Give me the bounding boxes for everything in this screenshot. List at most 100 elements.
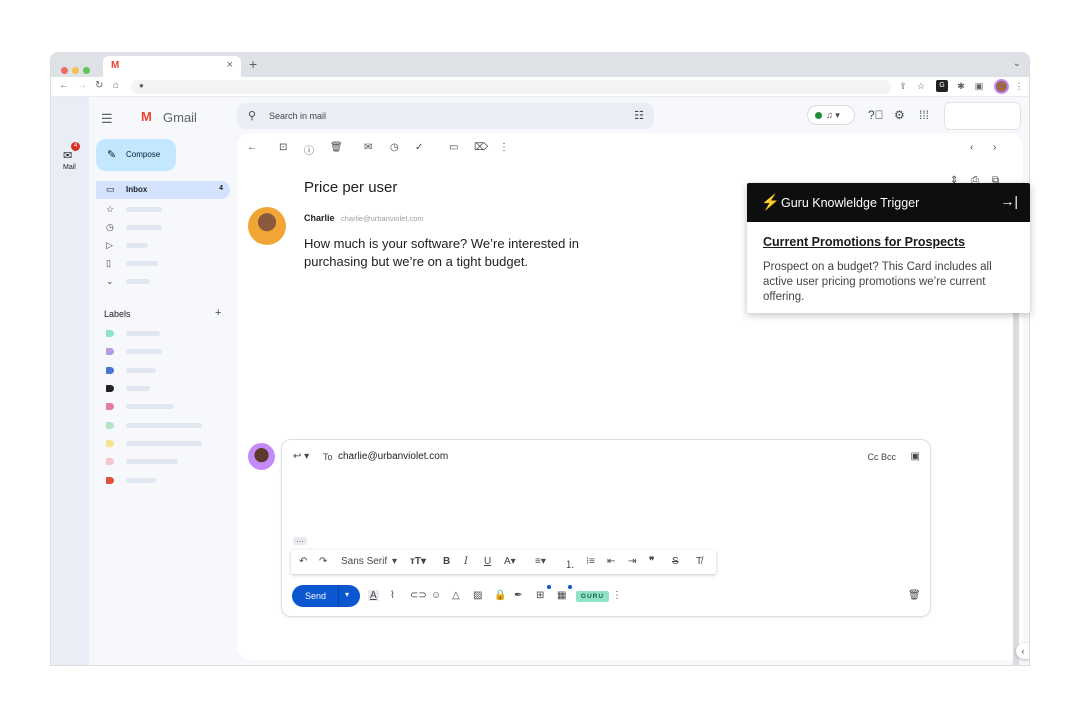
home-icon[interactable]: ⌂ bbox=[113, 80, 119, 91]
tab-bar: M × + ⌄ bbox=[51, 53, 1029, 77]
share-icon[interactable]: ⇪ bbox=[897, 80, 909, 92]
emoji-icon[interactable]: ☺ bbox=[431, 590, 441, 601]
send-button[interactable]: Send ▾ bbox=[292, 585, 360, 607]
sender-name: Charlie bbox=[304, 213, 335, 223]
compose-button[interactable]: ✎ Compose bbox=[96, 139, 176, 171]
help-icon[interactable]: ?⃝ bbox=[868, 108, 884, 122]
collapse-panel-icon[interactable]: →| bbox=[1000, 193, 1018, 209]
delete-icon[interactable]: 🗑 bbox=[330, 142, 343, 153]
add-task-icon[interactable]: ✓ bbox=[415, 142, 423, 153]
recipient-address[interactable]: charlie@urbanviolet.com bbox=[338, 451, 448, 462]
insert-link-icon[interactable]: ⊂⊃ bbox=[410, 590, 427, 601]
bookmark-star-icon[interactable]: ☆ bbox=[915, 80, 927, 92]
search-bar[interactable]: ⚲ Search in mail ☷ bbox=[237, 103, 654, 129]
new-tab-button[interactable]: + bbox=[249, 56, 257, 72]
remove-formatting-icon[interactable]: T̸ bbox=[696, 556, 702, 567]
font-dropdown-icon[interactable]: ▾ bbox=[392, 556, 397, 567]
insert-photo-icon[interactable]: ▨ bbox=[473, 590, 482, 601]
profile-avatar[interactable] bbox=[994, 79, 1009, 94]
drive-icon[interactable]: △ bbox=[452, 590, 460, 601]
more-actions-icon[interactable]: ⋮ bbox=[499, 142, 509, 153]
attach-file-icon[interactable]: ⌇ bbox=[390, 590, 395, 601]
labels-heading: Labels bbox=[104, 309, 131, 319]
bulleted-list-icon[interactable]: ⁝≡ bbox=[586, 556, 595, 567]
side-panel-toggle-icon[interactable]: ‹ bbox=[1016, 643, 1029, 659]
report-spam-icon[interactable]: ⓘ bbox=[304, 142, 314, 157]
apps-grid-icon[interactable]: ⁞⁞⁞ bbox=[919, 108, 929, 122]
confidential-mode-icon[interactable]: 🔒 bbox=[494, 590, 506, 601]
minimize-window-icon[interactable] bbox=[72, 67, 79, 74]
reload-icon[interactable]: ↻ bbox=[95, 80, 103, 91]
text-color-icon[interactable]: A▾ bbox=[504, 556, 516, 567]
back-to-inbox-icon[interactable]: ← bbox=[247, 142, 257, 153]
back-arrow-icon[interactable]: ← bbox=[59, 80, 69, 91]
bold-icon[interactable]: B bbox=[443, 556, 450, 567]
show-trimmed-icon[interactable]: … bbox=[293, 536, 307, 545]
forward-arrow-icon[interactable]: → bbox=[77, 80, 87, 91]
redo-icon[interactable]: ↷ bbox=[319, 556, 327, 567]
quote-icon[interactable]: ❞ bbox=[649, 556, 654, 567]
move-to-icon[interactable]: ▭ bbox=[449, 142, 458, 153]
maximize-window-icon[interactable] bbox=[83, 67, 90, 74]
account-box[interactable] bbox=[944, 102, 1021, 130]
guru-card-title[interactable]: Current Promotions for Prospects bbox=[763, 235, 965, 249]
notification-dot bbox=[547, 585, 551, 589]
label-tag-icon bbox=[106, 422, 114, 429]
lightning-bolt-icon: ⚡ bbox=[761, 194, 780, 211]
align-icon[interactable]: ≡▾ bbox=[535, 556, 546, 567]
more-options-icon[interactable]: ⋮ bbox=[612, 590, 622, 601]
snooze-icon[interactable]: ◷ bbox=[390, 142, 399, 153]
indent-less-icon[interactable]: ⇤ bbox=[607, 556, 615, 567]
underline-icon[interactable]: U bbox=[484, 556, 491, 567]
numbered-list-icon[interactable]: ⒈ bbox=[565, 556, 575, 571]
browser-tab-gmail[interactable]: M × bbox=[103, 56, 241, 77]
reply-box[interactable]: ↩ ▾ To charlie@urbanviolet.com Cc Bcc ▣ … bbox=[281, 439, 931, 617]
add-label-icon[interactable]: + bbox=[215, 307, 221, 319]
sender-avatar[interactable] bbox=[248, 207, 286, 245]
gmail-logo-icon[interactable]: M bbox=[141, 109, 152, 124]
text-size-icon[interactable]: тT▾ bbox=[410, 556, 426, 567]
close-window-icon[interactable] bbox=[61, 67, 68, 74]
calendar-icon[interactable]: ▦ bbox=[557, 590, 566, 601]
gmail-favicon-icon: M bbox=[111, 60, 120, 71]
newer-chevron-icon[interactable]: ‹ bbox=[970, 142, 973, 153]
template-icon[interactable]: ⊞ bbox=[536, 590, 544, 601]
search-icon[interactable]: ⚲ bbox=[248, 109, 256, 122]
label-icon[interactable]: ⌦ bbox=[474, 142, 488, 153]
cc-bcc-link[interactable]: Cc Bcc bbox=[867, 452, 896, 462]
archive-icon[interactable]: ⊡ bbox=[279, 142, 287, 153]
settings-gear-icon[interactable]: ⚙ bbox=[894, 108, 905, 122]
guru-card-body: Prospect on a budget? This Card includes… bbox=[763, 261, 992, 303]
address-bar[interactable]: ● bbox=[131, 80, 891, 94]
browser-window: M × + ⌄ ← → ↻ ⌂ ● ⇪ ☆ G ✱ ▣ ⋮ ✉ 4 Mail ☰… bbox=[50, 52, 1030, 666]
pop-out-icon[interactable]: ▣ bbox=[911, 451, 920, 462]
tab-search-chevron-icon[interactable]: ⌄ bbox=[1013, 58, 1021, 69]
side-panel-icon[interactable]: ▣ bbox=[973, 80, 985, 92]
schedule-send-dropdown-icon[interactable]: ▾ bbox=[345, 590, 349, 599]
italic-icon[interactable]: I bbox=[464, 556, 468, 567]
main-menu-icon[interactable]: ☰ bbox=[101, 111, 113, 127]
mark-unread-icon[interactable]: ✉ bbox=[364, 142, 372, 153]
gmail-wordmark[interactable]: Gmail bbox=[163, 110, 197, 125]
placeholder-bar bbox=[126, 225, 162, 230]
formatting-options-icon[interactable]: A bbox=[368, 590, 379, 601]
sidebar-item-inbox[interactable]: ▭ Inbox 4 bbox=[96, 181, 230, 199]
indent-more-icon[interactable]: ⇥ bbox=[628, 556, 636, 567]
close-tab-icon[interactable]: × bbox=[227, 59, 233, 71]
signature-pen-icon[interactable]: ✒ bbox=[514, 590, 522, 601]
mail-icon[interactable]: ✉ bbox=[63, 149, 72, 162]
status-indicator[interactable]: ♫ ▾ bbox=[807, 105, 855, 125]
font-select[interactable]: Sans Serif bbox=[341, 556, 387, 567]
browser-menu-icon[interactable]: ⋮ bbox=[1013, 80, 1025, 92]
older-chevron-icon[interactable]: › bbox=[993, 142, 996, 153]
guru-button[interactable]: GURU bbox=[576, 591, 609, 602]
pencil-icon: ✎ bbox=[107, 149, 117, 161]
search-placeholder[interactable]: Search in mail bbox=[269, 111, 326, 121]
undo-icon[interactable]: ↶ bbox=[299, 556, 307, 567]
reply-type-icon[interactable]: ↩ ▾ bbox=[293, 451, 309, 462]
guru-extension-icon[interactable]: G bbox=[936, 80, 948, 92]
extensions-puzzle-icon[interactable]: ✱ bbox=[955, 80, 967, 92]
strikethrough-icon[interactable]: S bbox=[672, 556, 679, 567]
discard-draft-icon[interactable]: 🗑 bbox=[908, 590, 921, 601]
search-options-icon[interactable]: ☷ bbox=[634, 109, 644, 122]
